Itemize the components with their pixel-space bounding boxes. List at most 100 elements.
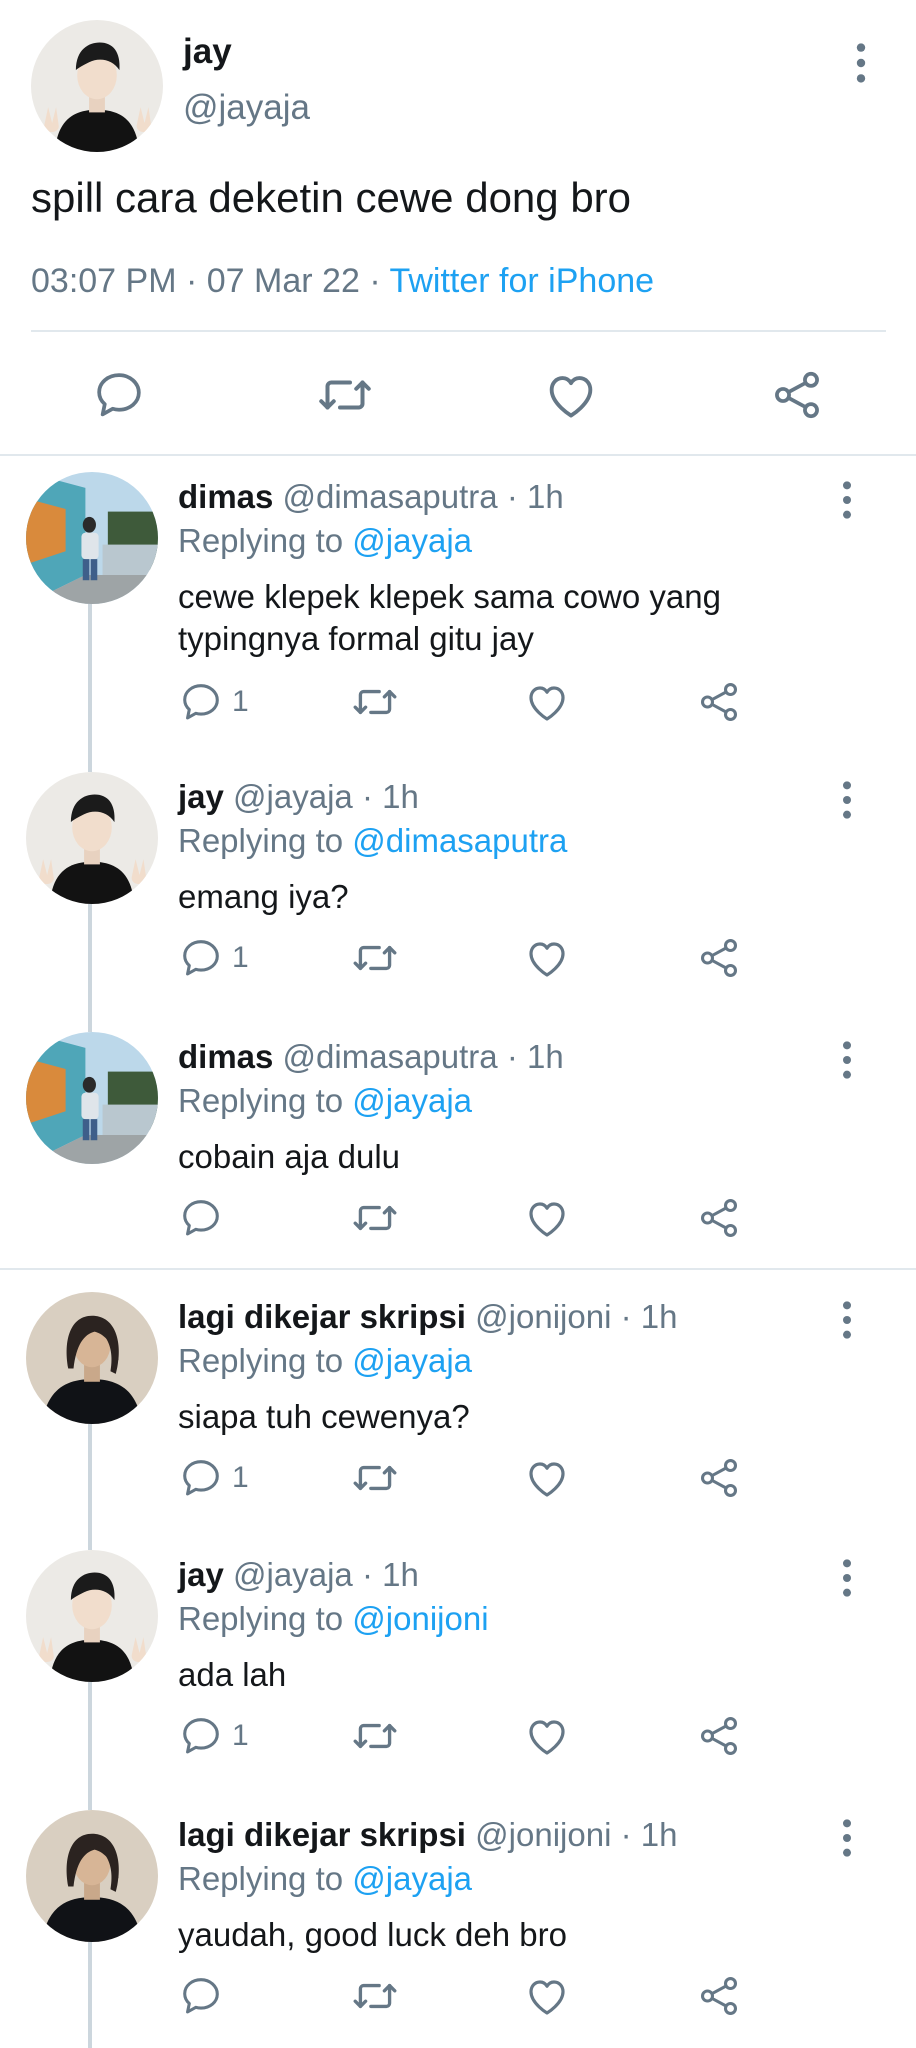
- replying-to: Replying to @jayaja: [178, 1860, 472, 1898]
- reply-header: lagi dikejar skripsi @jonijoni · 1h: [178, 1816, 677, 1854]
- thread-divider: [0, 1268, 916, 1270]
- tweet-client-link[interactable]: Twitter for iPhone: [389, 262, 654, 300]
- reply-header: dimas @dimasaputra · 1h: [178, 1038, 564, 1076]
- retweet-button[interactable]: [350, 672, 400, 732]
- share-button[interactable]: [696, 928, 742, 988]
- avatar[interactable]: [26, 1810, 158, 1942]
- share-button[interactable]: [696, 1188, 742, 1248]
- reply-tweet[interactable]: jay @jayaja · 1h Replying to @jonijoni a…: [0, 1536, 916, 1810]
- replying-to-mention[interactable]: @jayaja: [352, 1082, 472, 1119]
- author-handle[interactable]: @jonijoni: [475, 1816, 611, 1853]
- replying-to-mention[interactable]: @jayaja: [352, 1860, 472, 1897]
- reply-tweet[interactable]: lagi dikejar skripsi @jonijoni · 1h Repl…: [0, 1796, 916, 2048]
- comment-button[interactable]: 1: [178, 1448, 249, 1508]
- replying-to: Replying to @jayaja: [178, 522, 472, 560]
- author-name[interactable]: lagi dikejar skripsi: [178, 1816, 466, 1853]
- like-icon: [523, 934, 571, 982]
- avatar[interactable]: [26, 1032, 158, 1164]
- share-icon: [696, 1455, 742, 1501]
- reply-time: 1h: [382, 1556, 419, 1593]
- author-handle[interactable]: @jayaja: [233, 778, 353, 815]
- tweet-text: spill cara deketin cewe dong bro: [31, 174, 632, 221]
- replying-to-mention[interactable]: @jonijoni: [352, 1600, 488, 1637]
- retweet-button[interactable]: [350, 1188, 400, 1248]
- like-icon: [523, 678, 571, 726]
- share-button[interactable]: [762, 360, 832, 430]
- like-button[interactable]: [523, 1706, 571, 1766]
- share-icon: [696, 1195, 742, 1241]
- replying-to: Replying to @dimasaputra: [178, 822, 567, 860]
- retweet-button[interactable]: [350, 1966, 400, 2026]
- avatar[interactable]: [26, 1550, 158, 1682]
- author-handle[interactable]: @jonijoni: [475, 1298, 611, 1335]
- share-button[interactable]: [696, 1448, 742, 1508]
- avatar[interactable]: [26, 772, 158, 904]
- reply-tweet[interactable]: dimas @dimasaputra · 1h Replying to @jay…: [0, 1018, 916, 1278]
- replying-label: Replying to: [178, 522, 344, 559]
- more-options-icon[interactable]: [848, 42, 874, 84]
- more-options-icon[interactable]: [834, 1818, 860, 1858]
- author-name[interactable]: jay: [178, 778, 224, 815]
- author-name[interactable]: jay: [178, 1556, 224, 1593]
- more-options-icon[interactable]: [834, 1300, 860, 1340]
- meta-separator: ·: [506, 1038, 518, 1075]
- share-button[interactable]: [696, 672, 742, 732]
- more-options-icon[interactable]: [834, 1558, 860, 1598]
- author-name[interactable]: lagi dikejar skripsi: [178, 1298, 466, 1335]
- comment-icon: [178, 935, 224, 981]
- reply-actions: 1: [0, 1448, 916, 1508]
- retweet-icon: [350, 1971, 400, 2021]
- author-handle[interactable]: @jayaja: [233, 1556, 353, 1593]
- comment-button[interactable]: 1: [178, 1706, 249, 1766]
- more-options-icon[interactable]: [834, 480, 860, 520]
- reply-text: cobain aja dulu: [178, 1138, 401, 1175]
- replying-to-mention[interactable]: @jayaja: [352, 522, 472, 559]
- retweet-button[interactable]: [310, 360, 380, 430]
- reply-tweet[interactable]: jay @jayaja · 1h Replying to @dimasaputr…: [0, 758, 916, 1032]
- more-options-icon[interactable]: [834, 1040, 860, 1080]
- comment-button[interactable]: 1: [178, 928, 249, 988]
- reply-count: 1: [232, 941, 249, 974]
- author-handle[interactable]: @dimasaputra: [283, 478, 498, 515]
- comment-button[interactable]: [84, 360, 154, 430]
- author-handle[interactable]: @dimasaputra: [283, 1038, 498, 1075]
- replying-label: Replying to: [178, 1082, 344, 1119]
- avatar[interactable]: [26, 472, 158, 604]
- comment-button[interactable]: [178, 1966, 232, 2026]
- reply-time: 1h: [640, 1298, 678, 1335]
- reply-text: cewe klepek klepek sama cowo yang typing…: [178, 578, 721, 657]
- avatar[interactable]: [31, 20, 163, 152]
- like-button[interactable]: [523, 1966, 571, 2026]
- author-handle[interactable]: @jayaja: [183, 88, 310, 128]
- retweet-button[interactable]: [350, 928, 400, 988]
- share-button[interactable]: [696, 1966, 742, 2026]
- meta-separator: ·: [369, 262, 381, 300]
- comment-icon: [178, 1973, 224, 2019]
- retweet-icon: [350, 1711, 400, 1761]
- replying-label: Replying to: [178, 1860, 344, 1897]
- comment-icon: [178, 1713, 224, 1759]
- retweet-icon: [350, 1453, 400, 1503]
- meta-separator: ·: [620, 1298, 632, 1335]
- author-name[interactable]: jay: [183, 32, 232, 72]
- like-button[interactable]: [523, 672, 571, 732]
- like-button[interactable]: [523, 1448, 571, 1508]
- replying-to-mention[interactable]: @dimasaputra: [352, 822, 567, 859]
- avatar[interactable]: [26, 1292, 158, 1424]
- retweet-button[interactable]: [350, 1448, 400, 1508]
- share-button[interactable]: [696, 1706, 742, 1766]
- reply-header: jay @jayaja · 1h: [178, 1556, 419, 1594]
- comment-button[interactable]: [178, 1188, 232, 1248]
- like-button[interactable]: [523, 928, 571, 988]
- comment-button[interactable]: 1: [178, 672, 249, 732]
- like-button[interactable]: [536, 360, 606, 430]
- author-name[interactable]: dimas: [178, 1038, 273, 1075]
- reply-tweet[interactable]: dimas @dimasaputra · 1h Replying to @jay…: [0, 458, 916, 772]
- more-options-icon[interactable]: [834, 780, 860, 820]
- main-tweet: jay @jayaja spill cara deketin cewe dong…: [0, 0, 916, 456]
- author-name[interactable]: dimas: [178, 478, 273, 515]
- like-button[interactable]: [523, 1188, 571, 1248]
- reply-tweet[interactable]: lagi dikejar skripsi @jonijoni · 1h Repl…: [0, 1278, 916, 1550]
- retweet-button[interactable]: [350, 1706, 400, 1766]
- replying-to-mention[interactable]: @jayaja: [352, 1342, 472, 1379]
